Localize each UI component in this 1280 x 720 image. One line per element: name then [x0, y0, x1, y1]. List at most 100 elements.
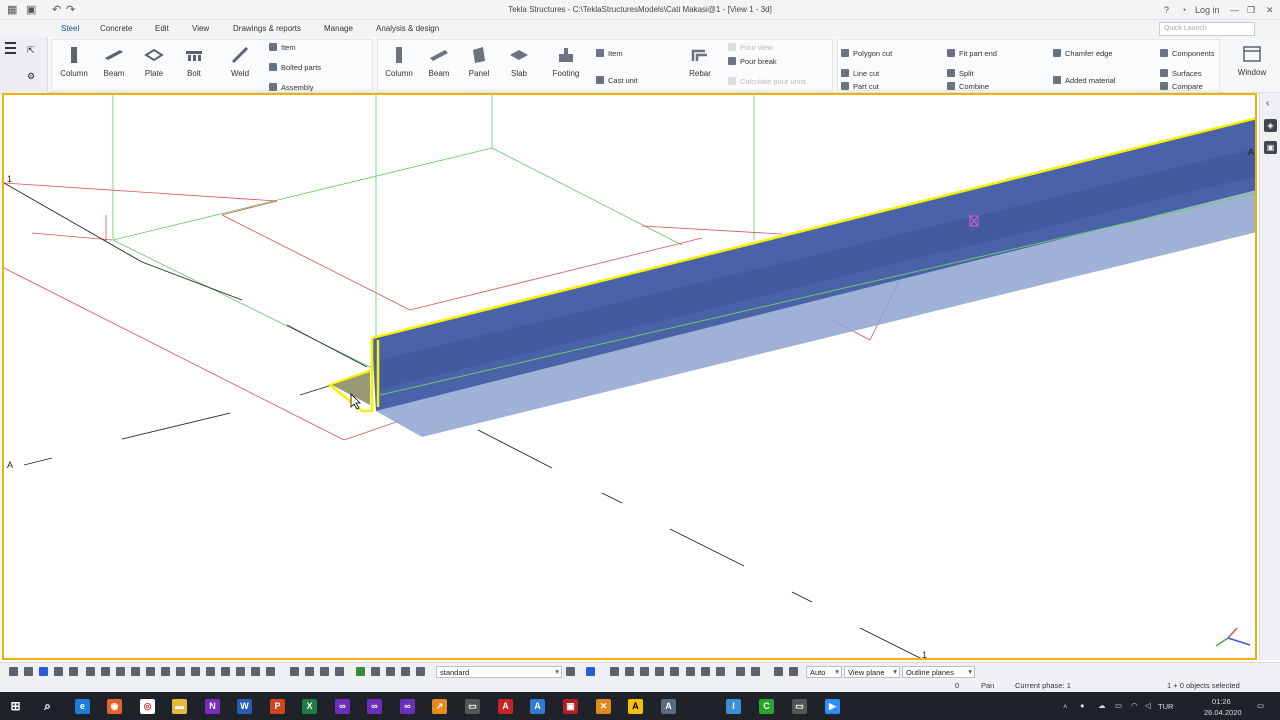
- select-rebar-icon[interactable]: [221, 667, 230, 676]
- cast-unit-button[interactable]: Cast unit: [596, 76, 638, 85]
- snap-settings-icon[interactable]: ⚙: [27, 71, 35, 82]
- visual-studio-icon[interactable]: ∞: [335, 699, 350, 714]
- snap-free-icon[interactable]: [716, 667, 725, 676]
- select-assemblies-icon[interactable]: [206, 667, 215, 676]
- search-icon[interactable]: ⌕: [40, 699, 55, 714]
- snap-perpendicular-icon[interactable]: [640, 667, 649, 676]
- pour-break-button[interactable]: Pour break: [728, 57, 777, 66]
- windows-start-icon[interactable]: ⊞: [8, 699, 23, 714]
- clock-date[interactable]: 26.04.2020: [1204, 708, 1242, 717]
- snap-end-icon[interactable]: [386, 667, 395, 676]
- snap-any-icon[interactable]: [670, 667, 679, 676]
- rebar-button[interactable]: Rebar: [683, 40, 717, 78]
- app-4-icon[interactable]: A: [628, 699, 643, 714]
- snap-line-icon[interactable]: [290, 667, 299, 676]
- select-points-icon[interactable]: [86, 667, 95, 676]
- select-all-icon[interactable]: [9, 667, 18, 676]
- snap-lines-icon[interactable]: [686, 667, 695, 676]
- concrete-beam-button[interactable]: Beam: [422, 40, 456, 78]
- outline-select[interactable]: Outline planes ▾: [902, 666, 975, 678]
- filter-settings-icon[interactable]: [566, 667, 575, 676]
- select-cuts-icon[interactable]: [54, 667, 63, 676]
- steel-item-button[interactable]: Item: [269, 43, 296, 52]
- model-canvas[interactable]: [4, 95, 1255, 658]
- select-planes-icon[interactable]: [161, 667, 170, 676]
- tray-chevron-icon[interactable]: ˄: [1063, 702, 1067, 711]
- select-components-icon[interactable]: [131, 667, 140, 676]
- app-8-icon[interactable]: ▭: [792, 699, 807, 714]
- menu-icon[interactable]: [5, 42, 16, 44]
- network-icon[interactable]: ◠: [1131, 701, 1138, 710]
- volume-icon[interactable]: ◁: [1145, 701, 1151, 710]
- cloud-icon[interactable]: ☁: [1098, 701, 1106, 710]
- restore-button[interactable]: ❐: [1247, 5, 1255, 16]
- tab-steel[interactable]: Steel: [56, 24, 84, 39]
- close-button[interactable]: ✕: [1266, 5, 1274, 16]
- snap-override-icon[interactable]: [774, 667, 783, 676]
- collapse-arrow-icon[interactable]: ‹: [1266, 98, 1269, 109]
- select-grids-icon[interactable]: [69, 667, 78, 676]
- snap-grid-icon[interactable]: [356, 667, 365, 676]
- clock-time[interactable]: 01:26: [1212, 697, 1231, 706]
- fit-part-end-button[interactable]: Fit part end: [947, 49, 997, 58]
- pour-view-button[interactable]: Pour view: [728, 43, 773, 52]
- pointer-icon[interactable]: ⇱: [27, 45, 35, 56]
- window-button[interactable]: Window: [1235, 39, 1269, 77]
- snap-angle-icon[interactable]: [751, 667, 760, 676]
- model-view-3d[interactable]: 1 A A 1: [2, 93, 1257, 660]
- snap-center-icon[interactable]: [610, 667, 619, 676]
- firefox-icon[interactable]: ◉: [107, 699, 122, 714]
- snap-intersection-icon[interactable]: [625, 667, 634, 676]
- autocad-2-icon[interactable]: A: [530, 699, 545, 714]
- concrete-column-button[interactable]: Column: [382, 40, 416, 78]
- bolted-parts-button[interactable]: Bolted parts: [269, 63, 321, 72]
- login-link[interactable]: Log in: [1195, 5, 1220, 15]
- powerpoint-icon[interactable]: P: [270, 699, 285, 714]
- autocad-icon[interactable]: A: [498, 699, 513, 714]
- app-6-icon[interactable]: I: [726, 699, 741, 714]
- split-button[interactable]: Split: [947, 69, 974, 78]
- excel-icon[interactable]: X: [302, 699, 317, 714]
- visual-studio-3-icon[interactable]: ∞: [400, 699, 415, 714]
- current-phase[interactable]: Current phase: 1: [1015, 681, 1071, 690]
- tab-concrete[interactable]: Concrete: [100, 24, 132, 33]
- snap-extension-icon[interactable]: [655, 667, 664, 676]
- onenote-icon[interactable]: N: [205, 699, 220, 714]
- select-switch-icon[interactable]: [586, 667, 595, 676]
- components-button[interactable]: Components: [1160, 49, 1215, 58]
- tab-drawings-reports[interactable]: Drawings & reports: [233, 24, 301, 33]
- snap-midpoint-icon[interactable]: [305, 667, 314, 676]
- app-3-icon[interactable]: ✕: [596, 699, 611, 714]
- snap-point-icon[interactable]: [371, 667, 380, 676]
- select-reference-icon[interactable]: [176, 667, 185, 676]
- select-pour-icon[interactable]: [236, 667, 245, 676]
- steel-beam-button[interactable]: Beam: [97, 40, 131, 78]
- app-7-icon[interactable]: C: [759, 699, 774, 714]
- part-cut-button[interactable]: Part cut: [841, 82, 879, 91]
- app-2-icon[interactable]: ▭: [465, 699, 480, 714]
- snap-zoom-icon[interactable]: [416, 667, 425, 676]
- select-snap-icon[interactable]: [266, 667, 275, 676]
- select-bolts-icon[interactable]: [116, 667, 125, 676]
- select-loads-icon[interactable]: [251, 667, 260, 676]
- selection-filter-select[interactable]: standard ▾: [436, 666, 562, 678]
- panel-button[interactable]: Panel: [462, 40, 496, 78]
- app-5-icon[interactable]: A: [661, 699, 676, 714]
- input-language[interactable]: TUR: [1158, 702, 1173, 711]
- select-views-icon[interactable]: [146, 667, 155, 676]
- calculate-pour-units-button[interactable]: Calculate pour units: [728, 77, 806, 86]
- snap-clear-icon[interactable]: [789, 667, 798, 676]
- visual-studio-2-icon[interactable]: ∞: [367, 699, 382, 714]
- surfaces-button[interactable]: Surfaces: [1160, 69, 1202, 78]
- plane-select[interactable]: View plane ▾: [844, 666, 900, 678]
- tab-edit[interactable]: Edit: [155, 24, 169, 33]
- tab-analysis-design[interactable]: Analysis & design: [376, 24, 439, 33]
- minimize-button[interactable]: —: [1230, 5, 1239, 15]
- weld-button[interactable]: Weld: [223, 40, 257, 78]
- snap-mode-select[interactable]: Auto ▾: [806, 666, 842, 678]
- plate-button[interactable]: Plate: [137, 40, 171, 78]
- concrete-item-button[interactable]: Item: [596, 49, 623, 58]
- notifications-icon[interactable]: ▭: [1257, 701, 1264, 710]
- word-icon[interactable]: W: [237, 699, 252, 714]
- tray-app-icon[interactable]: ●: [1080, 701, 1085, 710]
